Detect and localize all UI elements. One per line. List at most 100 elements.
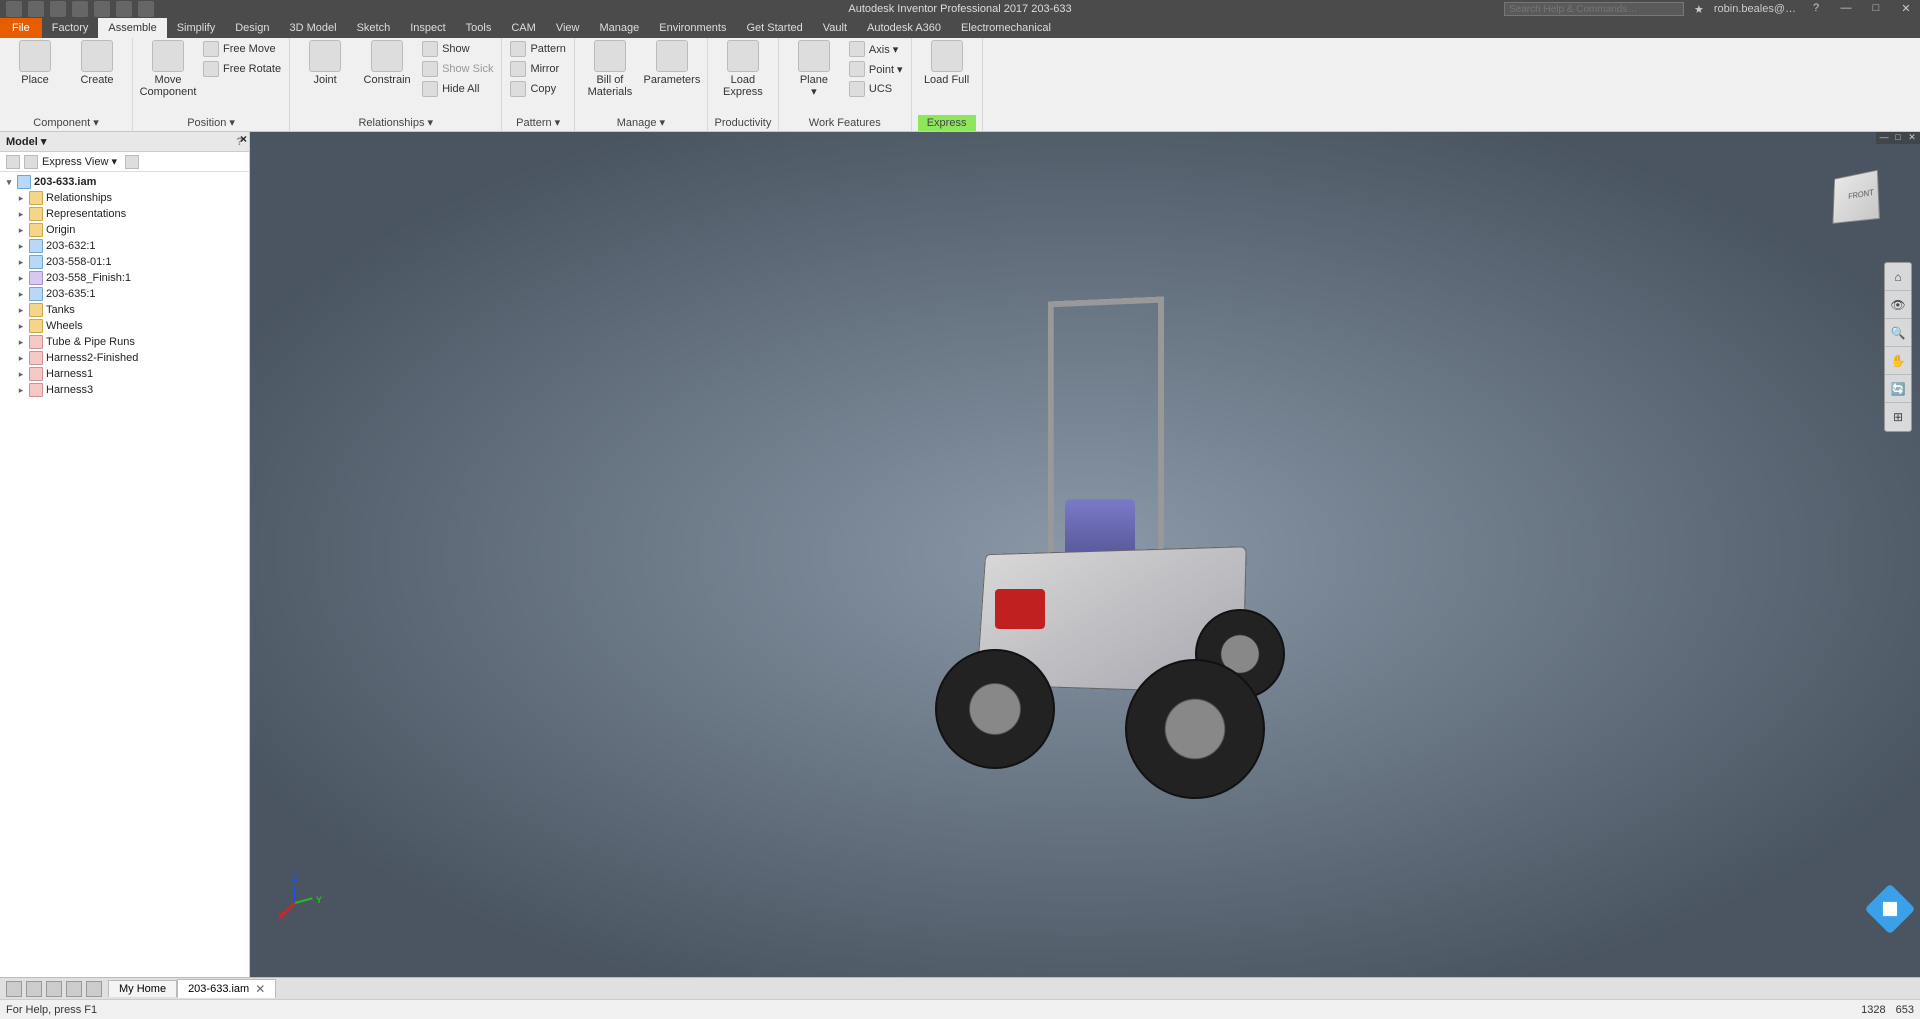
ribbon-constrain-button[interactable]: Constrain — [358, 40, 416, 86]
menu-tab-tools[interactable]: Tools — [456, 18, 502, 38]
tab-document[interactable]: 203-633.iam ✕ — [177, 979, 276, 998]
corner-badge-icon[interactable] — [1865, 884, 1916, 935]
tab-my-home[interactable]: My Home — [108, 980, 177, 997]
qat-save-icon[interactable] — [50, 1, 66, 17]
ribbon-plane-button[interactable]: Plane▾ — [785, 40, 843, 98]
expand-icon[interactable]: ▸ — [16, 193, 26, 204]
tab-close-icon[interactable]: ✕ — [255, 982, 265, 996]
expand-icon[interactable]: ▸ — [16, 369, 26, 380]
funnel-icon[interactable] — [24, 155, 38, 169]
qat-undo-icon[interactable] — [72, 1, 88, 17]
nav-look-icon[interactable]: 👁 — [1885, 291, 1911, 319]
tab-layout-four-icon[interactable] — [26, 981, 42, 997]
filter-label[interactable]: Express View ▾ — [42, 155, 117, 168]
binoculars-icon[interactable] — [125, 155, 139, 169]
tree-node[interactable]: ▸Tanks — [0, 302, 249, 318]
menu-tab-get-started[interactable]: Get Started — [737, 18, 813, 38]
expand-icon[interactable]: ▸ — [16, 241, 26, 252]
filter-icon[interactable] — [6, 155, 20, 169]
tree-node[interactable]: ▸203-632:1 — [0, 238, 249, 254]
menu-tab-manage[interactable]: Manage — [589, 18, 649, 38]
ribbon-group-label[interactable]: Productivity — [714, 115, 772, 131]
star-icon[interactable]: ★ — [1694, 3, 1704, 16]
menu-tab-simplify[interactable]: Simplify — [167, 18, 226, 38]
expand-icon[interactable]: ▸ — [16, 305, 26, 316]
browser-close-icon[interactable]: × — [240, 132, 247, 146]
tree-node[interactable]: ▸Representations — [0, 206, 249, 222]
nav-home-icon[interactable]: ⌂ — [1885, 263, 1911, 291]
nav-pan-icon[interactable]: ✋ — [1885, 347, 1911, 375]
expand-icon[interactable]: ▸ — [16, 209, 26, 220]
menu-tab-sketch[interactable]: Sketch — [347, 18, 401, 38]
qat-home-icon[interactable] — [116, 1, 132, 17]
file-menu[interactable]: File — [0, 18, 42, 38]
ribbon-pattern-button[interactable]: Pattern — [508, 40, 567, 58]
tree-root[interactable]: ▾ 203-633.iam — [0, 174, 249, 190]
expand-icon[interactable]: ▸ — [16, 337, 26, 348]
expand-icon[interactable]: ▸ — [16, 273, 26, 284]
ribbon-copy-button[interactable]: Copy — [508, 80, 567, 98]
ribbon-group-label[interactable]: Express — [918, 115, 976, 131]
vp-restore-icon[interactable]: □ — [1892, 132, 1904, 142]
ribbon-group-label[interactable]: Position ▾ — [139, 114, 283, 131]
tab-layout-list-icon[interactable] — [46, 981, 62, 997]
vp-minimize-icon[interactable]: — — [1878, 132, 1890, 142]
help-icon[interactable]: ? — [1806, 2, 1826, 16]
ribbon-parameters-button[interactable]: Parameters — [643, 40, 701, 86]
ribbon-group-label[interactable]: Pattern ▾ — [508, 114, 567, 131]
qat-open-icon[interactable] — [28, 1, 44, 17]
user-label[interactable]: robin.beales@… — [1714, 3, 1796, 15]
menu-tab-vault[interactable]: Vault — [813, 18, 857, 38]
view-cube[interactable] — [1830, 172, 1890, 232]
ribbon-hide-all-button[interactable]: Hide All — [420, 80, 495, 98]
help-search-input[interactable] — [1504, 2, 1684, 16]
qat-redo-icon[interactable] — [94, 1, 110, 17]
ribbon-free-move-button[interactable]: Free Move — [201, 40, 283, 58]
ribbon-group-label[interactable]: Component ▾ — [6, 114, 126, 131]
tree-node[interactable]: ▸Harness2-Finished — [0, 350, 249, 366]
nav-orbit-icon[interactable]: 🔄 — [1885, 375, 1911, 403]
ribbon-load-full-button[interactable]: Load Full — [918, 40, 976, 86]
ribbon-free-rotate-button[interactable]: Free Rotate — [201, 60, 283, 78]
expand-icon[interactable]: ▸ — [16, 257, 26, 268]
expand-icon[interactable]: ▸ — [16, 353, 26, 364]
expand-icon[interactable]: ▸ — [16, 289, 26, 300]
tree-node[interactable]: ▸Harness1 — [0, 366, 249, 382]
menu-tab-cam[interactable]: CAM — [501, 18, 545, 38]
ribbon-group-label[interactable]: Relationships ▾ — [296, 114, 495, 131]
menu-tab-design[interactable]: Design — [225, 18, 279, 38]
maximize-button[interactable]: □ — [1866, 2, 1886, 16]
qat-dropdown-icon[interactable] — [138, 1, 154, 17]
ribbon-create-button[interactable]: Create — [68, 40, 126, 86]
viewport[interactable]: — □ ✕ ⌂ 👁 🔍 ✋ 🔄 ⊞ Z Y X — [250, 132, 1920, 977]
app-icon[interactable] — [6, 1, 22, 17]
nav-fullnav-icon[interactable]: ⊞ — [1885, 403, 1911, 431]
tree-node[interactable]: ▸Relationships — [0, 190, 249, 206]
ribbon-show-sick-button[interactable]: Show Sick — [420, 60, 495, 78]
ribbon-group-label[interactable]: Work Features — [785, 115, 905, 131]
expand-icon[interactable]: ▸ — [16, 321, 26, 332]
tab-layout-split-icon[interactable] — [66, 981, 82, 997]
close-button[interactable]: ✕ — [1896, 2, 1916, 16]
menu-tab-view[interactable]: View — [546, 18, 590, 38]
browser-header[interactable]: Model ▾ ? × — [0, 132, 249, 152]
menu-tab-factory[interactable]: Factory — [42, 18, 99, 38]
expand-icon[interactable]: ▸ — [16, 385, 26, 396]
tree-node[interactable]: ▸203-558-01:1 — [0, 254, 249, 270]
menu-tab-autodesk-a360[interactable]: Autodesk A360 — [857, 18, 951, 38]
ribbon-bill-of-button[interactable]: Bill ofMaterials — [581, 40, 639, 98]
ribbon-axis---button[interactable]: Axis ▾ — [847, 40, 905, 58]
ribbon-mirror-button[interactable]: Mirror — [508, 60, 567, 78]
tree-node[interactable]: ▸Origin — [0, 222, 249, 238]
minimize-button[interactable]: — — [1836, 2, 1856, 16]
tree-node[interactable]: ▸203-558_Finish:1 — [0, 270, 249, 286]
tree-node[interactable]: ▸203-635:1 — [0, 286, 249, 302]
ribbon-place-button[interactable]: Place — [6, 40, 64, 86]
vp-close-icon[interactable]: ✕ — [1906, 132, 1918, 142]
menu-tab-electromechanical[interactable]: Electromechanical — [951, 18, 1061, 38]
ribbon-move-button[interactable]: MoveComponent — [139, 40, 197, 98]
menu-tab-inspect[interactable]: Inspect — [400, 18, 455, 38]
ribbon-load-express-button[interactable]: Load Express — [714, 40, 772, 98]
tree-node[interactable]: ▸Harness3 — [0, 382, 249, 398]
menu-tab-assemble[interactable]: Assemble — [98, 18, 166, 38]
